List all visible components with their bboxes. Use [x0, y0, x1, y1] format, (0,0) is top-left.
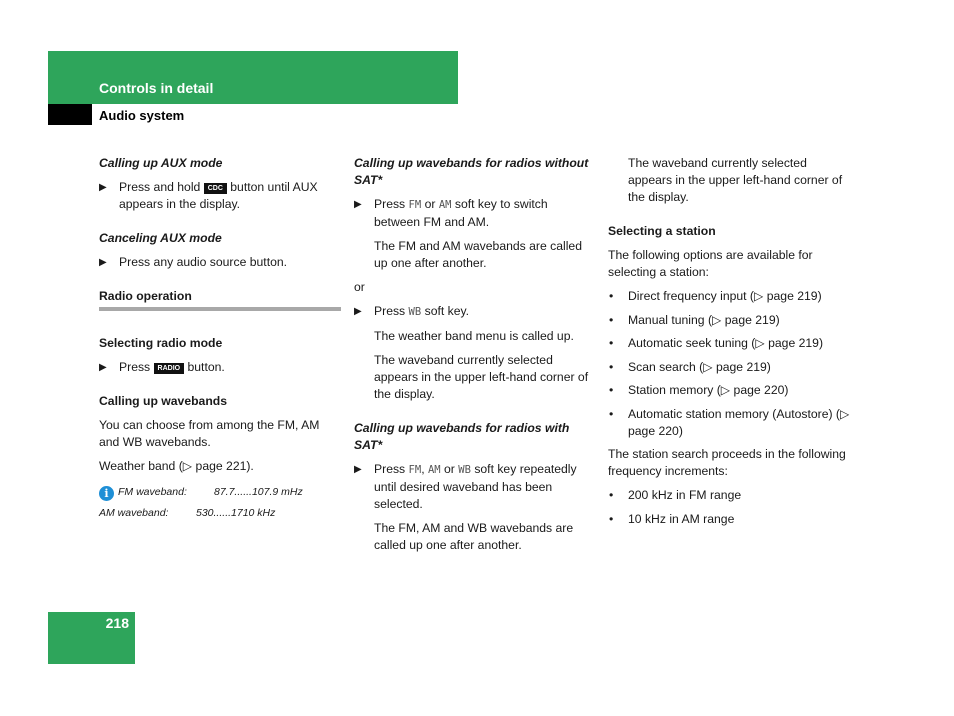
- column-1: Calling up AUX mode ▶ Press and hold CDC…: [99, 155, 341, 524]
- heading-selecting-radio-mode: Selecting radio mode: [99, 336, 223, 350]
- station-intro: The following options are available for …: [608, 248, 813, 279]
- heading-cancel-aux: Canceling AUX mode: [99, 231, 222, 245]
- arrow-icon: ▶: [99, 182, 107, 193]
- bullet-icon: •: [609, 289, 614, 303]
- or-text: or: [354, 280, 365, 294]
- page-number: 218: [105, 615, 129, 631]
- bullet-icon: •: [609, 511, 614, 526]
- section-rule: [99, 307, 341, 311]
- heading-calling-wavebands: Calling up wavebands: [99, 394, 227, 408]
- wb-result: The weather band menu is called up.: [374, 329, 574, 343]
- radio-button-icon: RADIO: [153, 363, 185, 374]
- arrow-icon: ▶: [99, 362, 107, 373]
- list-item[interactable]: • Direct frequency input (▷ page 219): [608, 288, 850, 305]
- list-item[interactable]: • Automatic station memory (Autostore) (▷…: [608, 406, 850, 440]
- increments-intro: The station search proceeds in the follo…: [608, 447, 846, 478]
- arrow-icon: ▶: [354, 464, 362, 475]
- section-marker: [48, 104, 92, 125]
- heading-selecting-station: Selecting a station: [608, 224, 716, 238]
- step-fm-am: ▶ Press FM or AM soft key to switch betw…: [354, 197, 548, 229]
- column-3: The waveband currently selected appears …: [608, 155, 850, 534]
- heading-radio-operation: Radio operation: [99, 289, 192, 303]
- bullet-icon: •: [609, 383, 614, 397]
- subsection-title: Audio system: [99, 108, 185, 123]
- column-2: Calling up wavebands for radios without …: [354, 155, 596, 561]
- cdc-button-icon: CDC: [203, 183, 227, 194]
- arrow-icon: ▶: [354, 199, 362, 210]
- step-aux: ▶ Press and hold CDC button until AUX ap…: [99, 180, 318, 211]
- section-title: Controls in detail: [99, 80, 214, 96]
- fm-soft-key: FM: [408, 464, 422, 476]
- bullet-icon: •: [609, 312, 614, 327]
- list-item[interactable]: • Station memory (▷ page 220): [608, 382, 850, 399]
- heading-aux-mode: Calling up AUX mode: [99, 156, 223, 170]
- wb-soft-key: WB: [458, 464, 471, 476]
- nosat-result: The FM and AM wavebands are called up on…: [374, 239, 582, 270]
- arrow-icon: ▶: [354, 306, 362, 317]
- heading-with-sat: Calling up wavebands for radios with SAT…: [354, 421, 570, 452]
- heading-without-sat: Calling up wavebands for radios without …: [354, 156, 589, 187]
- step-cancel: ▶ Press any audio source button.: [99, 255, 288, 269]
- wb-soft-key: WB: [408, 306, 422, 318]
- step-radio: ▶ Press RADIO button.: [99, 360, 225, 374]
- list-item[interactable]: • Scan search (▷ page 219): [608, 359, 850, 376]
- list-item[interactable]: • Automatic seek tuning (▷ page 219): [608, 335, 850, 352]
- info-icon: i: [99, 486, 114, 501]
- bullet-icon: •: [609, 336, 614, 350]
- bullet-icon: •: [609, 359, 614, 374]
- wb-result-2: The waveband currently selected appears …: [374, 353, 589, 401]
- am-soft-key: AM: [427, 464, 441, 476]
- arrow-icon: ▶: [99, 257, 107, 268]
- header-band: [48, 51, 458, 104]
- weather-band-link[interactable]: Weather band (▷ page 221).: [99, 458, 341, 475]
- bullet-icon: •: [609, 406, 614, 421]
- sat-result: The FM, AM and WB wavebands are called u…: [374, 521, 574, 552]
- list-item: • 200 kHz in FM range: [609, 488, 742, 502]
- continued-text: The waveband currently selected appears …: [628, 156, 843, 204]
- list-item: • 10 kHz in AM range: [609, 511, 735, 526]
- bullet-icon: •: [609, 488, 614, 502]
- step-wb: ▶ Press WB soft key.: [354, 304, 470, 318]
- step-sat: ▶ Press FM, AM or WB soft key repeatedly…: [354, 462, 577, 511]
- list-item[interactable]: • Manual tuning (▷ page 219): [608, 312, 850, 329]
- wavebands-text: You can choose from among the FM, AM and…: [99, 418, 320, 449]
- am-soft-key: AM: [438, 199, 452, 211]
- waveband-note: i FM waveband: 87.7......107.9 mHz AM wave…: [99, 486, 303, 519]
- page-number-box: 218: [48, 612, 135, 664]
- fm-soft-key: FM: [408, 199, 422, 211]
